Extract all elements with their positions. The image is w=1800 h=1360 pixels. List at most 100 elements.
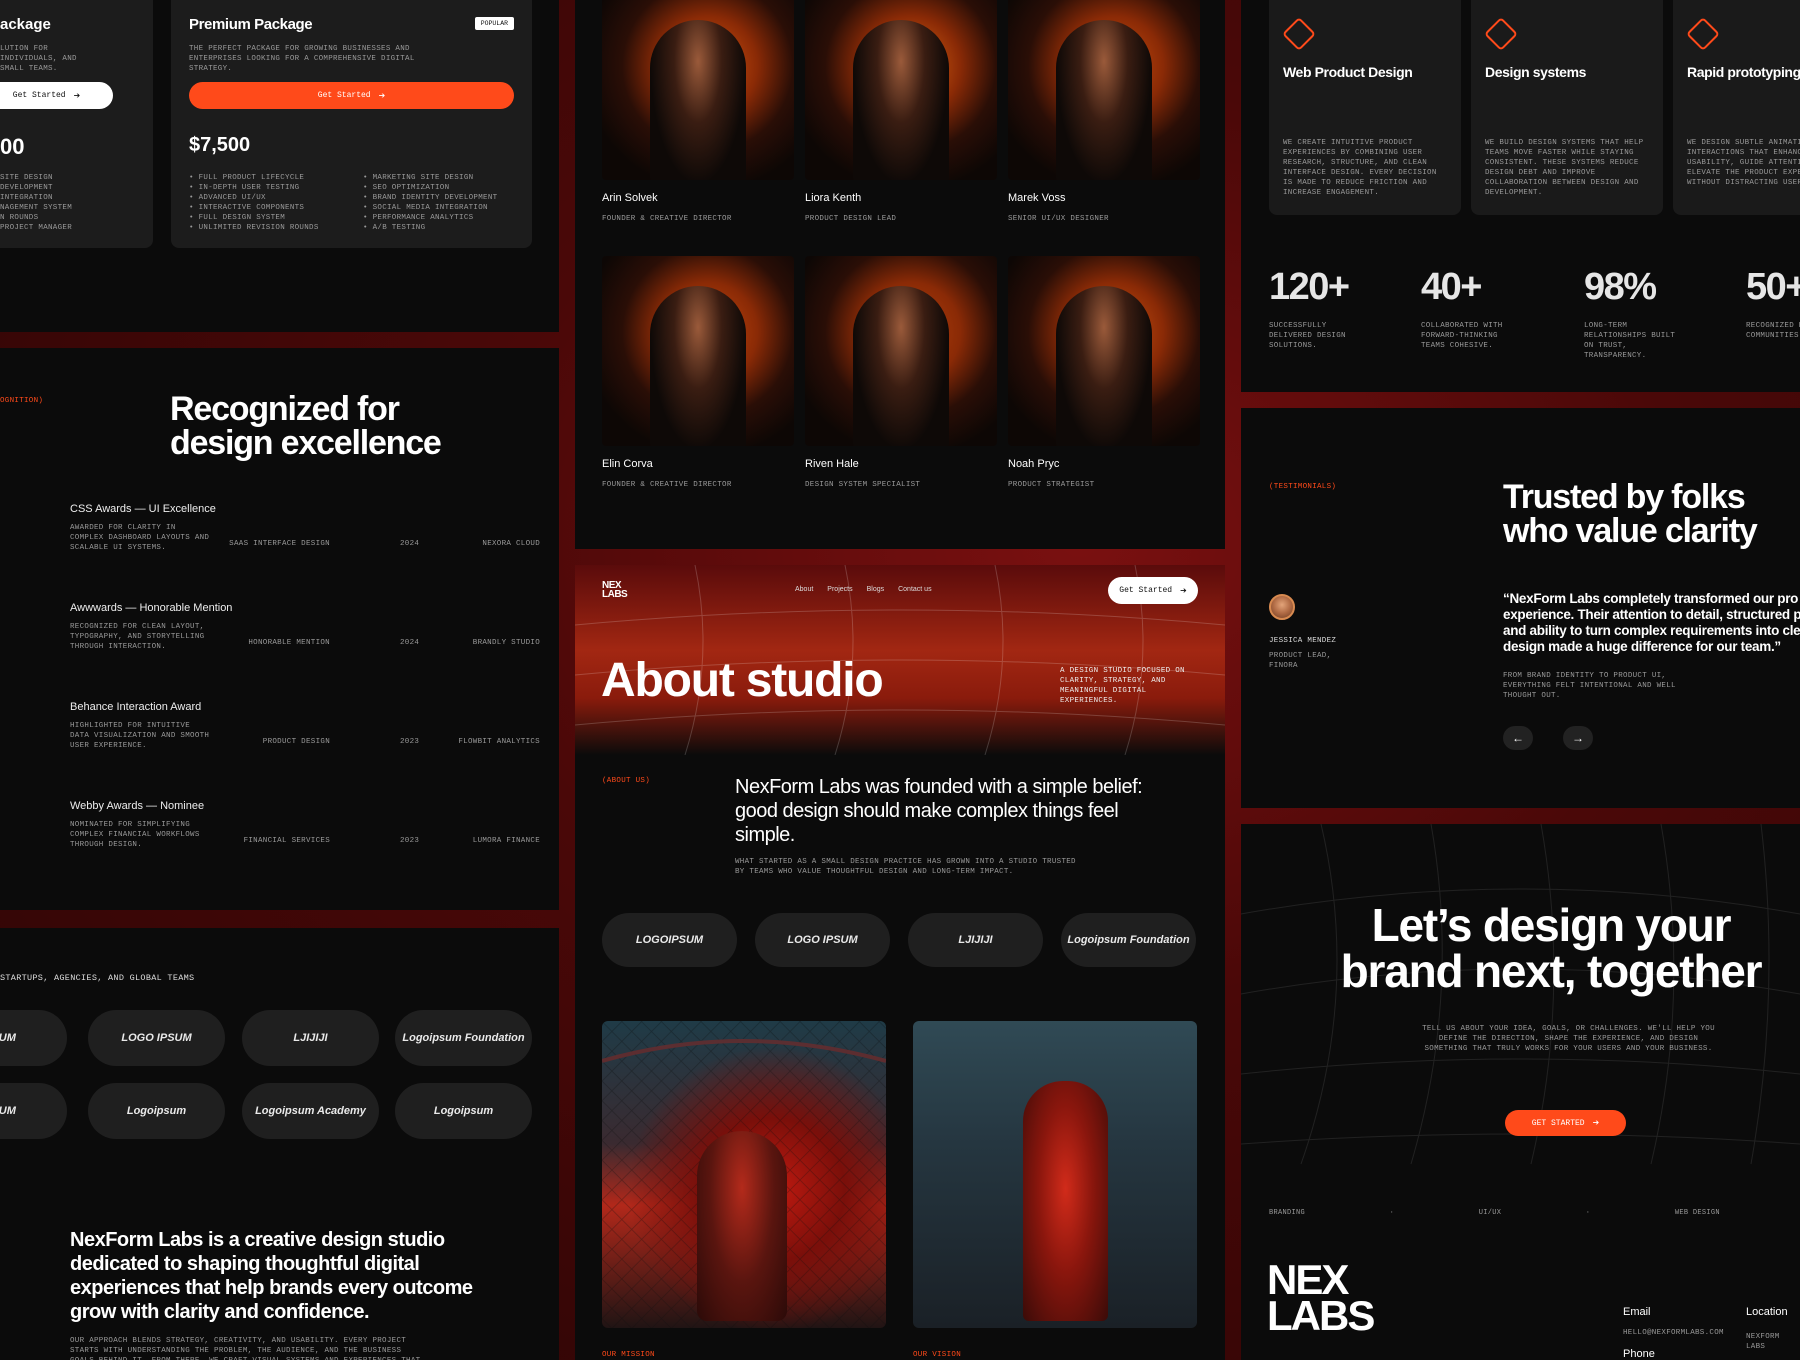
premium-feature-item: • IN-DEPTH USER TESTING — [189, 184, 300, 192]
stat-item: 50+ RECOGNIZED BY COMMUNITIES F — [1746, 266, 1800, 341]
popular-badge: POPULAR — [474, 17, 514, 30]
clients-tag: STARTUPS, AGENCIES, AND GLOBAL TEAMS — [0, 973, 195, 983]
basic-feature-item: DEVELOPMENT — [0, 184, 53, 192]
team-photo — [1008, 256, 1200, 446]
team-member[interactable]: Liora Kenth PRODUCT DESIGN LEAD — [805, 0, 997, 224]
testimonials-title: Trusted by folks who value clarity — [1503, 478, 1758, 550]
service-card[interactable]: Design systems WE BUILD DESIGN SYSTEMS TH… — [1471, 0, 1663, 215]
marquee-item: WEB DESIGN — [1674, 1209, 1720, 1217]
arrow-right-icon: ➔ — [378, 90, 386, 103]
team-panel: Arin Solvek FOUNDER & CREATIVE DIRECTOR Li… — [575, 0, 1225, 549]
award-desc: HIGHLIGHTED FOR INTUITIVE DATA VISUALIZA… — [70, 722, 210, 750]
service-card[interactable]: Web Product Design WE CREATE INTUITIVE PR… — [1269, 0, 1461, 215]
award-year: 2024 — [400, 540, 420, 548]
next-button[interactable]: → — [1563, 726, 1593, 750]
cta-panel: Let’s design your brand next, together T… — [1241, 824, 1800, 1360]
stat-desc: COLLABORATED WITH FORWARD-THINKING TEAMS… — [1421, 322, 1503, 350]
marquee-item: · — [1389, 1209, 1395, 1217]
about-tag: (ABOUT US) — [602, 777, 651, 785]
person-silhouette — [1056, 286, 1152, 446]
team-member[interactable]: Noah Pryc PRODUCT STRATEGIST — [1008, 256, 1200, 490]
award-row: Webby Awards — Nominee NOMINATED FOR SIMP… — [70, 800, 540, 880]
person-silhouette — [650, 286, 746, 446]
about-get-started-button[interactable]: Get Started ➔ — [1108, 577, 1198, 604]
nav-link[interactable]: Blogs — [867, 586, 885, 593]
service-title: Web Product Design — [1283, 64, 1413, 80]
team-member[interactable]: Elin Corva FOUNDER & CREATIVE DIRECTOR — [602, 256, 794, 490]
award-category: SAAS INTERFACE DESIGN — [229, 540, 330, 548]
award-row: Behance Interaction Award HIGHLIGHTED FOR… — [70, 701, 540, 781]
stat-number: 98% — [1584, 266, 1657, 308]
basic-feature-item: SITE DESIGN — [0, 174, 53, 182]
testimonials-tag: (TESTIMONIALS) — [1269, 483, 1337, 491]
vision-tag: OUR VISION — [913, 1351, 962, 1359]
recognition-tag: OGNITION) — [0, 397, 44, 405]
team-member-role: FOUNDER & CREATIVE DIRECTOR — [602, 481, 732, 489]
award-year: 2024 — [400, 639, 420, 647]
basic-button-label: Get Started — [12, 91, 66, 100]
nav-link[interactable]: Contact us — [898, 586, 931, 593]
stat-number: 50+ — [1746, 266, 1800, 308]
stat-item: 120+ SUCCESSFULLY DELIVERED DESIGN SOLUTI… — [1269, 266, 1409, 351]
about-photo-left — [602, 1021, 886, 1328]
location-label: Location — [1746, 1306, 1788, 1318]
arrow-left-icon: ← — [1512, 731, 1524, 745]
basic-desc: LUTION FOR INDIVIDUALS, AND SMALL TEAMS. — [0, 45, 77, 73]
premium-get-started-button[interactable]: Get Started ➔ — [189, 82, 514, 109]
team-photo — [1008, 0, 1200, 180]
team-member[interactable]: Riven Hale DESIGN SYSTEM SPECIALIST — [805, 256, 997, 490]
service-title: Rapid prototyping — [1687, 64, 1800, 80]
marquee-item: UI/UX — [1478, 1209, 1502, 1217]
arrow-right-icon: ➔ — [73, 90, 81, 103]
team-photo — [602, 256, 794, 446]
about-logo: NEX LABS — [602, 581, 628, 600]
avatar — [1269, 594, 1295, 620]
recognition-panel: OGNITION) Recognized for design excellen… — [0, 348, 559, 910]
basic-get-started-button[interactable]: Get Started ➔ — [0, 82, 113, 109]
award-client: NEXORA CLOUD — [482, 540, 540, 548]
person-silhouette — [853, 286, 949, 446]
nav-link[interactable]: Projects — [827, 586, 852, 593]
service-card[interactable]: Rapid prototyping WE DESIGN SUBTLE ANIMAT… — [1673, 0, 1800, 215]
person-silhouette — [853, 20, 949, 180]
arrow-right-icon: → — [1572, 731, 1584, 745]
marquee-item: · — [1585, 1209, 1591, 1217]
testimonials-panel: (TESTIMONIALS) Trusted by folks who valu… — [1241, 408, 1800, 808]
cta-button-label: GET STARTED — [1531, 1118, 1585, 1128]
team-member[interactable]: Marek Voss SENIOR UI/UX DESIGNER — [1008, 0, 1200, 224]
client-logo: IPSUM — [0, 1010, 67, 1066]
person-silhouette — [1023, 1081, 1108, 1321]
team-member-role: DESIGN SYSTEM SPECIALIST — [805, 481, 921, 489]
person-silhouette — [1056, 20, 1152, 180]
footer-logo: NEX LABS — [1267, 1259, 1375, 1337]
arrow-right-icon: ➔ — [1592, 1118, 1600, 1130]
stat-item: 40+ COLLABORATED WITH FORWARD-THINKING TE… — [1421, 266, 1561, 351]
team-member[interactable]: Arin Solvek FOUNDER & CREATIVE DIRECTOR — [602, 0, 794, 224]
premium-feature-item: • PERFORMANCE ANALYTICS — [363, 214, 474, 222]
testimonial-quote-sub: FROM BRAND IDENTITY TO PRODUCT UI, EVERY… — [1503, 672, 1676, 700]
client-logo: Logoipsum — [88, 1083, 225, 1139]
email-link[interactable]: HELLO@NEXFORMLABS.COM — [1623, 1328, 1724, 1338]
logo-line-2: LABS — [602, 589, 628, 600]
award-desc: NOMINATED FOR SIMPLIFYING COMPLEX FINANC… — [70, 821, 200, 849]
arrow-right-icon: ➔ — [1180, 585, 1187, 598]
award-year: 2023 — [400, 837, 420, 845]
services-panel: Web Product Design WE CREATE INTUITIVE PR… — [1241, 0, 1800, 392]
client-logo: Logoipsum Foundation — [1061, 913, 1196, 967]
cta-title: Let’s design your brand next, together — [1340, 899, 1763, 997]
team-member-role: FOUNDER & CREATIVE DIRECTOR — [602, 215, 732, 223]
premium-feature-item: • FULL PRODUCT LIFECYCLE — [189, 174, 305, 182]
mission-tag: OUR MISSION — [602, 1351, 655, 1359]
team-member-name: Elin Corva — [602, 458, 653, 470]
cta-get-started-button[interactable]: GET STARTED ➔ — [1505, 1110, 1626, 1136]
premium-feature-list-b: • MARKETING SITE DESIGN • SEO OPTIMIZATIO… — [363, 173, 497, 233]
cta-desc: TELL US ABOUT YOUR IDEA, GOALS, OR CHALL… — [1422, 1025, 1715, 1053]
premium-feature-list-a: • FULL PRODUCT LIFECYCLE • IN-DEPTH USER … — [189, 173, 319, 233]
team-member-name: Marek Voss — [1008, 192, 1066, 204]
team-member-name: Arin Solvek — [602, 192, 658, 204]
basic-title: ackage — [0, 16, 51, 33]
premium-price: $7,500 — [189, 134, 251, 156]
prev-button[interactable]: ← — [1503, 726, 1533, 750]
nav-link[interactable]: About — [795, 586, 813, 593]
clients-panel: STARTUPS, AGENCIES, AND GLOBAL TEAMS IPS… — [0, 928, 559, 1360]
